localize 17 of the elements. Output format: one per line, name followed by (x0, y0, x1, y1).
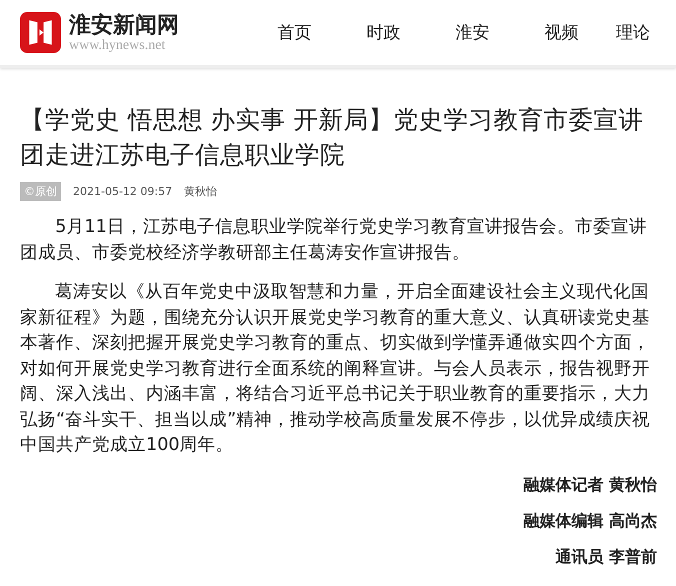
logo-icon (20, 12, 61, 53)
original-tag: ©原创 (20, 182, 61, 201)
nav-link[interactable]: 理论 (606, 21, 676, 44)
nav-link[interactable]: 首页 (250, 21, 339, 44)
author-name: 黄秋怡 (184, 184, 218, 199)
paragraph: 5月11日，江苏电子信息职业学院举行党史学习教育宣讲报告会。市委宣讲团成员、市委党校经济学教研部主任葛涛安作宣讲报告。 (20, 216, 648, 264)
paragraph: 葛涛安以《从百年党史中汲取智慧和力量，开启全面建设社会主义现代化国家新征程》为题，围绕充分认识开展党史学习教育的重大意义、认真研读党史基本著作、深刻把握开展党史学习教育的重点、切实做到学懂弄通做实四个方面，对如何开展党史学习教育进行全面系统的阐释宣讲。与会人员表示，报告视野开阔、深入浅出、内涵丰富，将结合习近平总书记关于职业教育的重要指示，大力弘扬“奋斗实干、担当以成”精神，推动学校高质量发展不停步，以优异成绩庆祝中国共产党成立100周年。 (20, 281, 652, 457)
site-url: www.hynews.net (69, 38, 166, 54)
credit-line: 融媒体记者 黄秋怡 (522, 474, 657, 494)
nav-link[interactable]: 视频 (517, 21, 606, 44)
credit-line: 通讯员 李普前 (554, 546, 657, 566)
credit-line: 融媒体编辑 高尚杰 (522, 510, 657, 530)
nav-link[interactable]: 淮安 (428, 21, 517, 44)
article-title: 【学党史 悟思想 办实事 开新局】党史学习教育市委宣讲团走进江苏电子信息职业学院 (20, 104, 644, 171)
nav-link[interactable]: 时政 (339, 21, 428, 44)
publish-date: 2021-05-12 09:57 (73, 185, 172, 198)
site-name: 淮安新闻网 (69, 12, 179, 38)
